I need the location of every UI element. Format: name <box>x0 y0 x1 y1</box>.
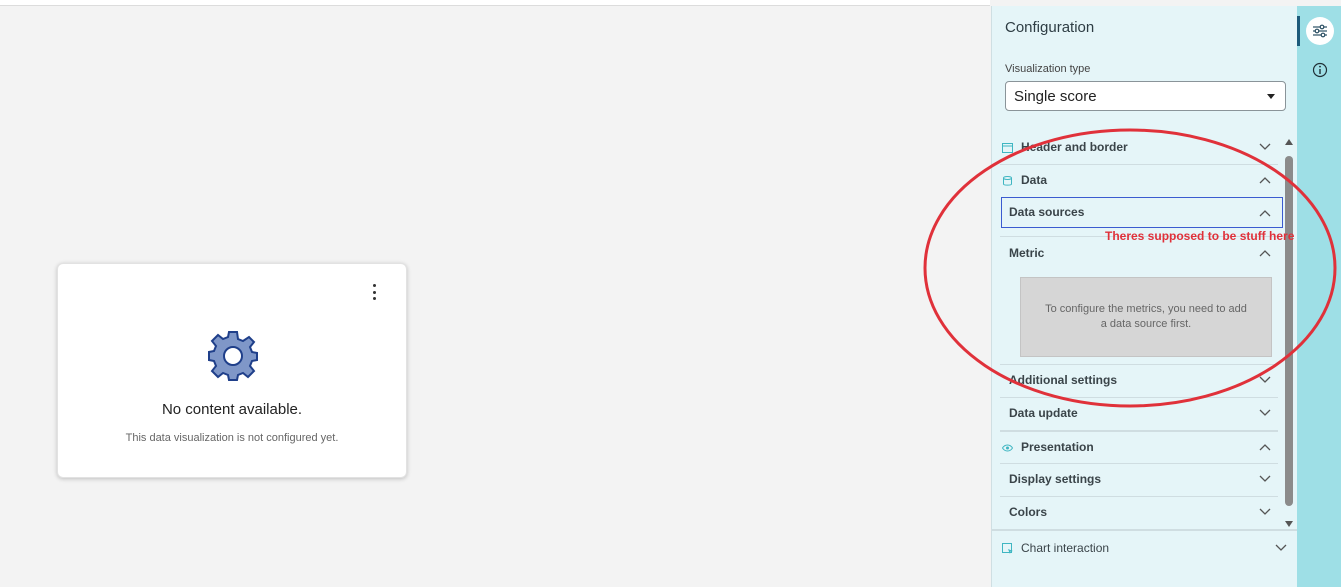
section-header-border[interactable]: Header and border <box>1000 140 1278 156</box>
visualization-type-value: Single score <box>1014 87 1097 105</box>
divider <box>1000 164 1278 165</box>
caret-down-icon <box>1267 94 1275 99</box>
info-tab[interactable] <box>1306 56 1334 84</box>
card-subtitle: This data visualization is not configure… <box>125 432 339 444</box>
kebab-menu-icon[interactable] <box>368 284 380 300</box>
subsection-label: Data sources <box>1009 205 1085 219</box>
configuration-tab[interactable] <box>1306 17 1334 45</box>
active-indicator <box>1297 16 1300 46</box>
divider <box>1000 430 1278 432</box>
chevron-up-icon <box>1259 250 1271 257</box>
divider <box>992 529 1298 531</box>
subsection-display-settings[interactable]: Display settings <box>1000 472 1278 488</box>
subsection-additional-settings[interactable]: Additional settings <box>1000 373 1278 389</box>
scroll-up-arrow-icon[interactable] <box>1285 139 1293 145</box>
section-label: Presentation <box>1021 440 1094 454</box>
scrollbar-thumb[interactable] <box>1285 156 1293 506</box>
window-icon <box>1002 143 1013 153</box>
database-icon <box>1003 176 1012 186</box>
gear-icon <box>208 331 258 381</box>
subsection-colors[interactable]: Colors <box>1000 505 1278 521</box>
subsection-label: Display settings <box>1009 472 1102 486</box>
eye-icon <box>1002 444 1013 452</box>
chevron-down-icon <box>1259 376 1271 383</box>
chevron-down-icon <box>1259 409 1271 416</box>
visualization-type-label: Visualization type <box>1005 63 1091 75</box>
subsection-label: Additional settings <box>1009 373 1117 387</box>
visualization-type-select[interactable]: Single score <box>1005 81 1286 111</box>
panel-title: Configuration <box>1005 19 1095 36</box>
divider <box>1000 364 1278 365</box>
divider <box>1000 463 1278 464</box>
section-data[interactable]: Data <box>1000 173 1278 189</box>
chevron-down-icon <box>1259 143 1271 150</box>
section-presentation[interactable]: Presentation <box>1000 440 1278 456</box>
section-label: Chart interaction <box>1021 541 1110 555</box>
chevron-down-icon <box>1275 544 1287 551</box>
divider <box>1000 397 1278 398</box>
chevron-up-icon <box>1259 444 1271 451</box>
annotation-text: Theres supposed to be stuff here <box>1105 229 1295 243</box>
chevron-down-icon <box>1259 508 1271 515</box>
right-icon-rail <box>1297 6 1341 587</box>
metric-empty-text: To configure the metrics, you need to ad… <box>1045 303 1247 330</box>
card-title: No content available. <box>161 401 303 418</box>
subsection-label: Metric <box>1009 246 1045 260</box>
subsection-data-update[interactable]: Data update <box>1000 406 1278 422</box>
section-label: Data <box>1021 173 1048 187</box>
cursor-click-icon <box>1002 543 1013 554</box>
configuration-panel: Configuration Visualization type Single … <box>991 6 1298 587</box>
section-label: Header and border <box>1021 140 1128 154</box>
subsection-label: Colors <box>1009 505 1048 519</box>
metric-empty-state: To configure the metrics, you need to ad… <box>1020 277 1272 357</box>
subsection-data-sources[interactable]: Data sources <box>1001 197 1283 228</box>
subsection-metric[interactable]: Metric <box>1000 246 1278 262</box>
sliders-icon <box>1313 24 1327 38</box>
top-bar <box>0 0 990 6</box>
subsection-label: Data update <box>1009 406 1078 420</box>
visualization-card: No content available. This data visualiz… <box>57 263 407 478</box>
scroll-down-arrow-icon[interactable] <box>1285 521 1293 527</box>
info-icon <box>1312 62 1328 78</box>
chevron-down-icon <box>1259 475 1271 482</box>
chevron-up-icon <box>1259 210 1271 217</box>
divider <box>1000 496 1278 497</box>
chevron-up-icon <box>1259 177 1271 184</box>
panel-scrollbar[interactable] <box>1284 139 1294 527</box>
section-chart-interaction[interactable]: Chart interaction <box>1000 541 1290 557</box>
